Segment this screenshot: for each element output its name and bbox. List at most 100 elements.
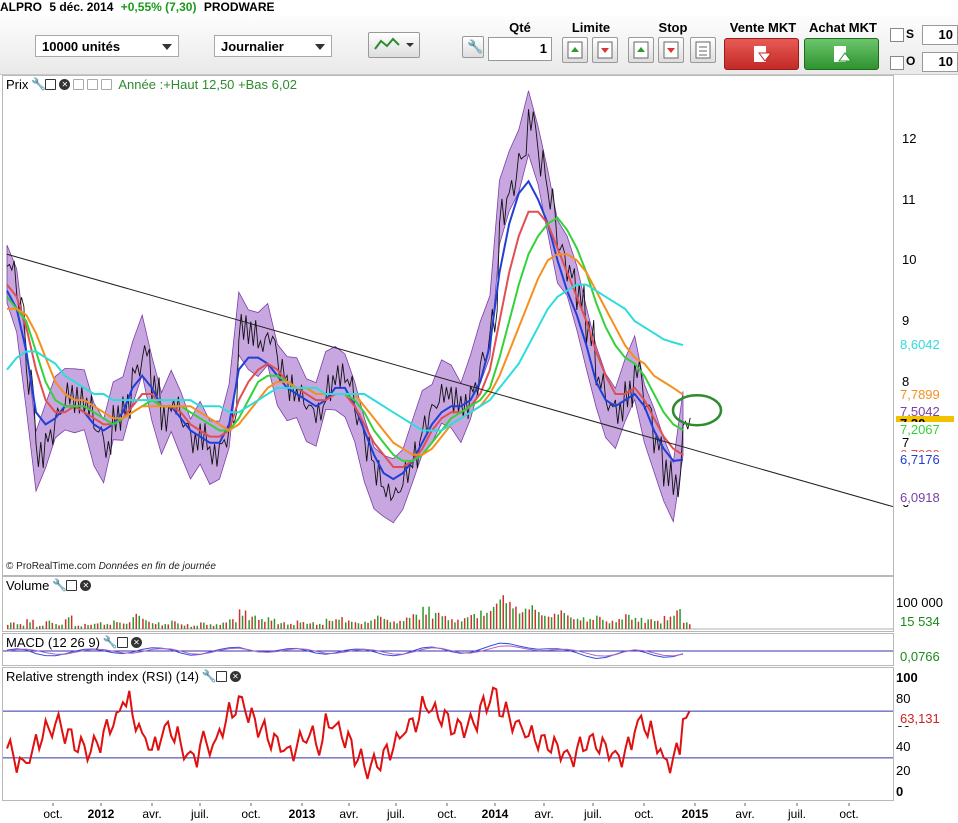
volume-bar [625,614,627,629]
volume-bar [128,622,131,629]
volume-bar [489,611,492,629]
volume-bar [602,619,604,629]
rsi-tick-80: 80 [896,691,911,706]
volume-bar [348,620,350,629]
volume-bar [171,620,173,629]
volume-bar [637,621,640,629]
volume-bar [302,622,305,629]
window-icon[interactable] [66,580,78,591]
period-select[interactable]: Journalier [214,35,332,57]
stop-sell-button[interactable] [658,37,684,63]
time-axis-label: juil. [583,807,602,821]
window-icon[interactable] [116,637,128,648]
s-checkbox[interactable] [890,28,904,42]
volume-bar [621,619,623,629]
volume-bar [418,619,421,629]
volume-bar [444,615,447,629]
chevron-down-icon [162,44,172,50]
rsi-line [6,686,691,780]
order-up-icon [633,41,649,59]
volume-bar [553,613,556,629]
rsi-panel: Relative strength index (RSI) (14) 🔧 ✕ [2,667,894,801]
volume-bar [186,624,189,629]
volume-bar [325,618,328,629]
volume-bar [345,622,347,629]
sell-mkt-button[interactable] [724,38,799,70]
time-axis-label: avr. [142,807,161,821]
volume-bar [370,620,372,629]
settings-wrench-button[interactable]: 🔧 [462,36,484,58]
close-icon[interactable]: ✕ [229,671,241,682]
limit-sell-button[interactable] [592,37,618,63]
volume-bar [460,621,463,629]
close-icon[interactable]: ✕ [80,580,92,591]
rsi-tick-40: 40 [896,739,911,754]
volume-bar [660,623,662,629]
volume-bar [351,621,353,629]
qte-input[interactable]: 1 [488,37,552,61]
volume-bar [196,625,198,629]
volume-bar [454,622,456,629]
volume-bar [174,621,176,629]
volume-bar [154,624,157,629]
volume-bar [19,624,22,629]
volume-bar [29,622,31,629]
volume-bar [132,617,134,629]
volume-bar [608,623,611,629]
rsi-chart [3,686,893,780]
volume-bar [232,619,234,629]
o-checkbox[interactable] [890,56,904,70]
stop-buy-button[interactable] [628,37,654,63]
price-value-tag: 6,7176 [896,451,954,467]
price-tick: 11 [902,191,916,207]
chart-type-button[interactable] [368,32,420,58]
time-axis-label: oct. [437,807,456,821]
window-icon[interactable] [215,671,227,682]
volume-bar [312,622,314,629]
volume-bar [138,615,140,629]
panel-up-icon[interactable] [87,79,99,90]
stop-extra-button[interactable] [690,37,716,63]
wrench-icon[interactable]: 🔧 [52,579,67,591]
volume-bar [509,601,511,629]
rsi-panel-header: Relative strength index (RSI) (14) 🔧 ✕ [6,669,241,684]
volume-bar [341,617,343,629]
price-panel-header: Prix 🔧 ✕ Année :+Haut 12,50 +Bas 6,02 [6,77,297,92]
volume-bar [683,622,685,629]
volume-bar [125,623,128,629]
panel-down-icon[interactable] [73,79,85,90]
volume-bar [579,620,582,629]
wrench-icon[interactable]: 🔧 [103,636,118,648]
volume-bar [84,623,86,629]
close-icon[interactable]: ✕ [130,637,142,648]
panel-list-icon[interactable] [101,79,113,90]
volume-bar [592,619,594,629]
close-icon[interactable]: ✕ [59,79,71,90]
volume-bar [270,620,273,629]
wrench-icon[interactable]: 🔧 [31,78,46,90]
s-input[interactable]: 10 [922,25,958,45]
volume-bar [67,617,70,629]
macd-panel-header: MACD (12 26 9) 🔧 ✕ [6,635,142,650]
time-axis-label: avr. [534,807,553,821]
buy-mkt-button[interactable] [804,38,879,70]
s-label: S [906,27,915,41]
o-input[interactable]: 10 [922,52,958,72]
volume-bar [412,614,415,629]
volume-bar [203,622,205,629]
volume-bar [161,625,163,629]
time-axis: oct. 2012 avr. juil. oct. 2013 avr. juil. oct. 20… [43,803,859,821]
price-chart [6,90,893,524]
wrench-icon[interactable]: 🔧 [202,670,217,682]
data-source: © ProRealTime.com Données en fin de jour… [6,561,216,572]
volume-bar [209,624,212,629]
limit-buy-button[interactable] [562,37,588,63]
sell-order-icon [754,46,772,62]
rsi-tick-20: 20 [896,763,911,778]
volume-bar [528,609,530,629]
volume-bar [582,617,585,629]
quantity-select[interactable]: 10000 unités [35,35,179,57]
volume-panel-header: Volume 🔧 ✕ [6,578,92,593]
volume-bar [248,620,250,629]
window-icon[interactable] [45,79,57,90]
